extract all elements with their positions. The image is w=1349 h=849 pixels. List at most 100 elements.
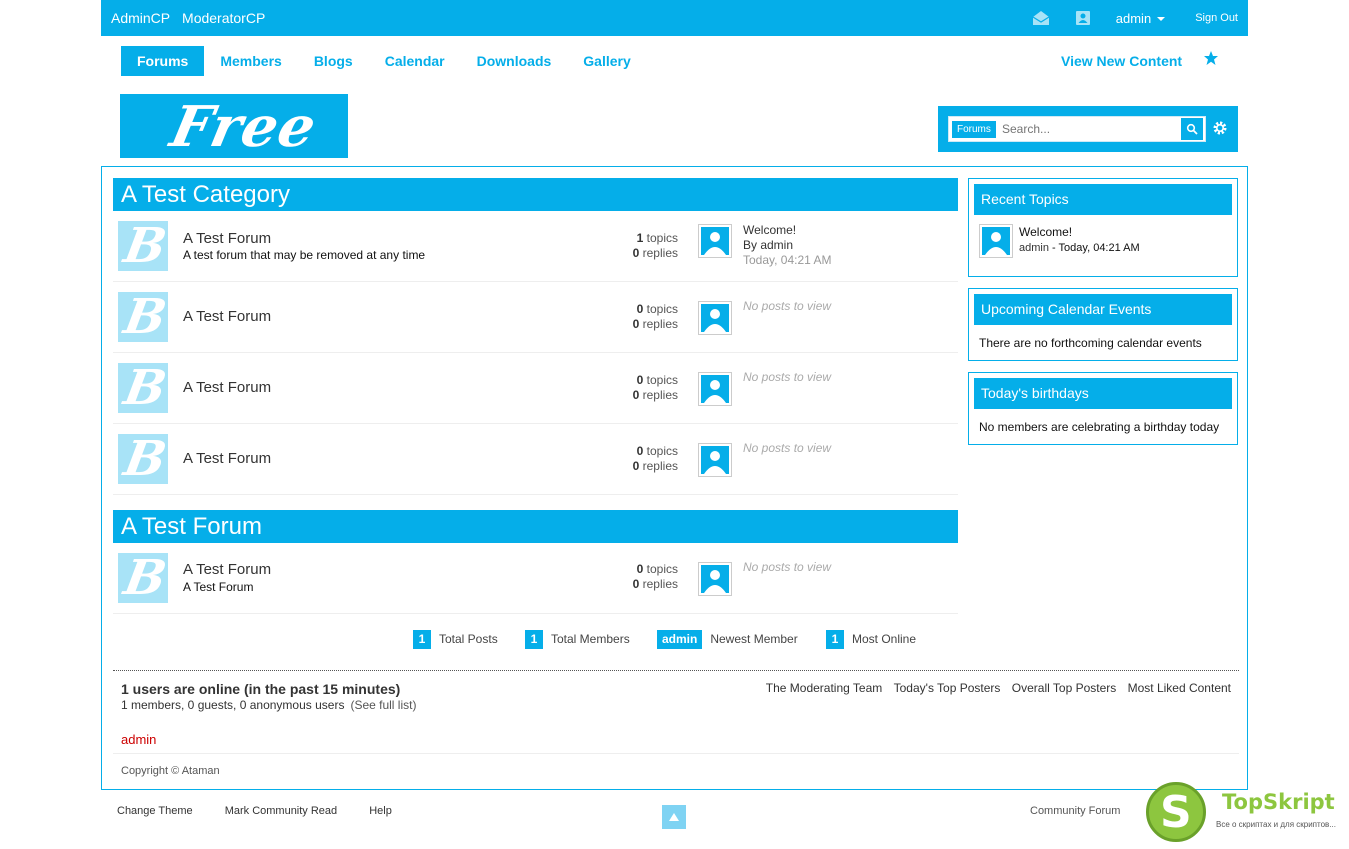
- replies-label: replies: [642, 246, 678, 260]
- mark-read-link[interactable]: Mark Community Read: [225, 805, 337, 817]
- stats-links: The Moderating Team Today's Top Posters …: [758, 681, 1231, 695]
- stat-value: 1: [525, 630, 543, 649]
- footer-links: Change Theme Mark Community Read Help: [117, 805, 421, 817]
- forum-stats: 0 topics 0 replies: [558, 562, 678, 592]
- last-post-title[interactable]: Welcome!: [743, 223, 832, 238]
- watermark-tagline: Все о скриптах и для скриптов...: [1216, 820, 1336, 829]
- watermark-brand: TopSkript: [1222, 790, 1335, 814]
- forum-row: B A Test Forum 0 topics 0 replies No pos…: [113, 424, 958, 495]
- online-user-link[interactable]: admin: [121, 732, 156, 747]
- forum-icon[interactable]: B: [118, 221, 168, 271]
- see-full-list-link[interactable]: (See full list): [350, 698, 416, 712]
- tab-downloads[interactable]: Downloads: [461, 46, 568, 76]
- moderating-team-link[interactable]: The Moderating Team: [766, 681, 883, 695]
- board-stats: 1 Total Posts 1 Total Members admin Newest …: [102, 630, 1247, 650]
- forum-title[interactable]: A Test Forum: [183, 561, 271, 578]
- back-to-top-button[interactable]: [662, 805, 686, 829]
- most-liked-content-link[interactable]: Most Liked Content: [1128, 681, 1231, 695]
- stat-most-online: 1 Most Online: [826, 630, 916, 649]
- star-icon[interactable]: [1203, 50, 1219, 66]
- tab-calendar[interactable]: Calendar: [369, 46, 461, 76]
- main-content-frame: A Test Category B A Test Forum A test fo…: [101, 166, 1248, 790]
- calendar-events-block: Upcoming Calendar Events There are no fo…: [968, 288, 1238, 361]
- forum-title[interactable]: A Test Forum: [183, 230, 271, 247]
- view-new-content-link[interactable]: View New Content: [1061, 46, 1182, 76]
- recent-topic-title[interactable]: Welcome!: [1019, 225, 1072, 239]
- recent-topic-author[interactable]: admin: [1019, 242, 1049, 254]
- user-menu[interactable]: admin: [1115, 10, 1166, 26]
- replies-label: replies: [642, 317, 678, 331]
- site-logo[interactable]: Free: [120, 94, 348, 158]
- copyright: Copyright © Ataman: [121, 765, 220, 777]
- recent-topic-time: - Today, 04:21 AM: [1052, 242, 1140, 254]
- watermark-letter: S: [1160, 787, 1192, 838]
- replies-count: 0: [632, 577, 640, 591]
- primary-nav: Forums Members Blogs Calendar Downloads …: [121, 46, 647, 76]
- gear-icon[interactable]: [1212, 120, 1228, 136]
- birthdays-text: No members are celebrating a birthday to…: [979, 420, 1220, 434]
- forum-icon[interactable]: B: [118, 363, 168, 413]
- tab-forums[interactable]: Forums: [121, 46, 205, 76]
- admincp-link[interactable]: AdminCP: [111, 10, 170, 26]
- forum-stats: 0 topics 0 replies: [558, 373, 678, 403]
- topics-label: topics: [646, 373, 678, 387]
- category-header[interactable]: A Test Forum: [113, 510, 958, 543]
- avatar[interactable]: [698, 224, 732, 258]
- topics-count: 0: [636, 444, 644, 458]
- topics-label: topics: [646, 444, 678, 458]
- stat-label: Total Posts: [439, 632, 498, 646]
- topics-count: 0: [636, 373, 644, 387]
- online-counts: 1 members, 0 guests, 0 anonymous users: [121, 698, 345, 712]
- replies-label: replies: [642, 577, 678, 591]
- forum-row: B A Test Forum A Test Forum 0 topics 0 r…: [113, 543, 958, 614]
- logo-text: Free: [164, 94, 323, 158]
- category-header[interactable]: A Test Category: [113, 178, 958, 211]
- community-forum-link[interactable]: Community Forum: [1030, 805, 1120, 817]
- stat-total-posts: 1 Total Posts: [413, 630, 498, 649]
- change-theme-link[interactable]: Change Theme: [117, 805, 193, 817]
- topics-count: 0: [636, 562, 644, 576]
- inbox-icon[interactable]: [1032, 9, 1050, 27]
- overall-top-posters-link[interactable]: Overall Top Posters: [1012, 681, 1117, 695]
- tab-members[interactable]: Members: [204, 46, 297, 76]
- recent-topics-title: Recent Topics: [974, 184, 1232, 215]
- sign-out-link[interactable]: Sign Out: [1195, 12, 1238, 24]
- forum-icon[interactable]: B: [118, 434, 168, 484]
- moderatorcp-link[interactable]: ModeratorCP: [182, 10, 265, 26]
- notifications-icon[interactable]: [1074, 9, 1092, 27]
- tab-gallery[interactable]: Gallery: [567, 46, 646, 76]
- online-summary: 1 members, 0 guests, 0 anonymous users (S…: [121, 698, 416, 712]
- forum-title[interactable]: A Test Forum: [183, 379, 271, 396]
- watermark-badge: S: [1146, 782, 1206, 842]
- last-post-author[interactable]: By admin: [743, 238, 832, 253]
- newest-member-link[interactable]: admin: [657, 630, 703, 649]
- avatar: [698, 301, 732, 335]
- todays-top-posters-link[interactable]: Today's Top Posters: [894, 681, 1001, 695]
- top-user-bar: AdminCP ModeratorCP admin Sign Out: [101, 0, 1248, 36]
- help-link[interactable]: Help: [369, 805, 392, 817]
- stat-newest-member: admin Newest Member: [657, 630, 798, 649]
- stat-total-members: 1 Total Members: [525, 630, 630, 649]
- search-button[interactable]: [1181, 118, 1203, 140]
- search-bar: Forums: [938, 106, 1238, 152]
- online-heading: 1 users are online (in the past 15 minut…: [121, 681, 401, 697]
- forum-title[interactable]: A Test Forum: [183, 450, 271, 467]
- no-posts-text: No posts to view: [743, 370, 832, 384]
- stat-label: Total Members: [551, 632, 630, 646]
- forum-description: A Test Forum: [183, 580, 254, 594]
- last-post: Welcome! By admin Today, 04:21 AM: [743, 223, 832, 268]
- tab-blogs[interactable]: Blogs: [298, 46, 369, 76]
- search-scope[interactable]: Forums: [952, 121, 996, 138]
- stat-value: 1: [413, 630, 431, 649]
- user-menu-label: admin: [1115, 10, 1152, 26]
- replies-label: replies: [642, 459, 678, 473]
- search-input[interactable]: [1002, 117, 1180, 141]
- stat-label: Most Online: [852, 632, 917, 646]
- forum-stats: 1 topics 0 replies: [558, 231, 678, 261]
- replies-count: 0: [632, 388, 640, 402]
- avatar[interactable]: [979, 224, 1013, 258]
- forum-icon[interactable]: B: [118, 292, 168, 342]
- topics-label: topics: [646, 231, 678, 245]
- forum-icon[interactable]: B: [118, 553, 168, 603]
- forum-title[interactable]: A Test Forum: [183, 308, 271, 325]
